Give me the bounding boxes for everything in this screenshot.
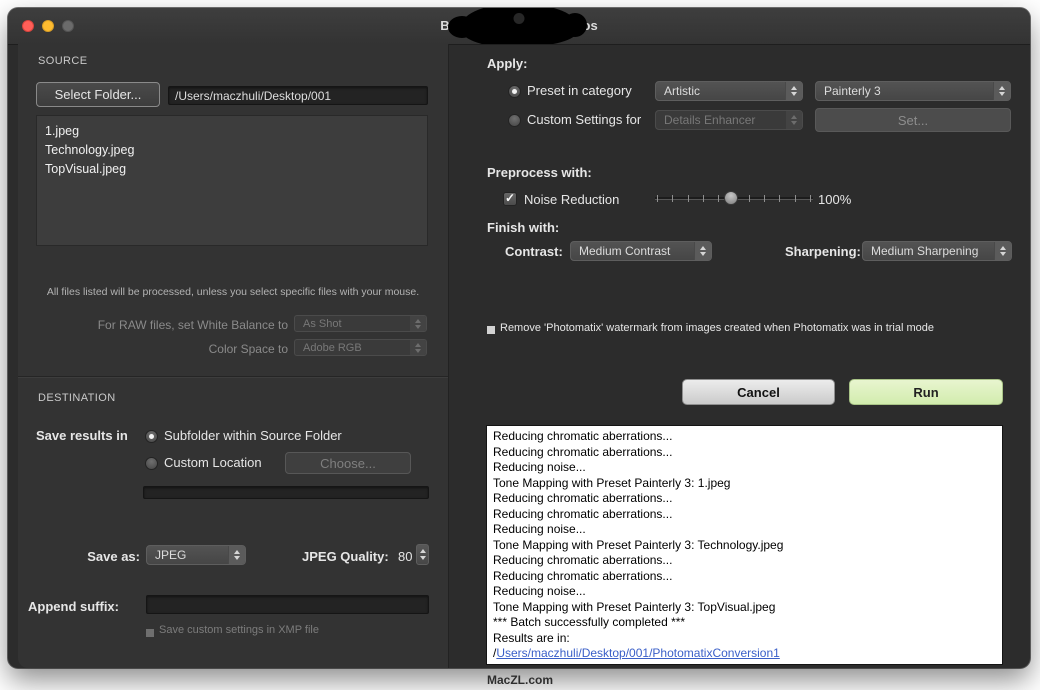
- save-as-select[interactable]: JPEG: [146, 545, 246, 565]
- select-folder-button[interactable]: Select Folder...: [36, 82, 160, 107]
- chevron-updown-icon: [785, 111, 802, 129]
- file-list-item[interactable]: 1.jpeg: [45, 122, 419, 141]
- log-line: Tone Mapping with Preset Painterly 3: To…: [493, 600, 996, 616]
- custom-settings-radio[interactable]: [508, 114, 521, 127]
- log-line: Reducing noise...: [493, 522, 996, 538]
- noise-reduction-label: Noise Reduction: [524, 192, 619, 207]
- batch-processing-window: Batch Processing Photos SOURCE Select Fo…: [8, 8, 1030, 668]
- white-balance-select: As Shot: [294, 315, 427, 332]
- cancel-button[interactable]: Cancel: [682, 379, 835, 405]
- footer-watermark: MacZL.com: [0, 673, 1040, 687]
- log-line: Reducing noise...: [493, 584, 996, 600]
- preset-in-category-label: Preset in category: [527, 83, 632, 98]
- camera-dot: [514, 13, 525, 24]
- log-line: Reducing chromatic aberrations...: [493, 553, 996, 569]
- chevron-updown-icon: [228, 546, 245, 564]
- custom-method-select: Details Enhancer: [655, 110, 803, 130]
- file-list-item[interactable]: TopVisual.jpeg: [45, 160, 419, 179]
- source-folder-path-field[interactable]: /Users/maczhuli/Desktop/001: [168, 86, 428, 105]
- append-suffix-label: Append suffix:: [28, 599, 119, 614]
- chevron-updown-icon: [409, 316, 426, 331]
- custom-method-value: Details Enhancer: [656, 113, 785, 127]
- choose-location-button: Choose...: [285, 452, 411, 474]
- chevron-updown-icon: [694, 242, 711, 260]
- save-as-value: JPEG: [147, 548, 228, 562]
- white-balance-value: As Shot: [295, 318, 409, 330]
- log-lines: Reducing chromatic aberrations...Reducin…: [493, 429, 996, 646]
- log-line: Reducing chromatic aberrations...: [493, 569, 996, 585]
- xmp-checkbox: [146, 629, 154, 637]
- color-space-select: Adobe RGB: [294, 339, 427, 356]
- remove-watermark-checkbox[interactable]: [487, 326, 495, 334]
- preset-category-select[interactable]: Artistic: [655, 81, 803, 101]
- chevron-updown-icon: [785, 82, 802, 100]
- white-balance-label: For RAW files, set White Balance to: [28, 318, 288, 332]
- jpeg-quality-value: 80: [398, 549, 412, 564]
- apply-section-label: Apply:: [487, 56, 527, 71]
- file-list-item[interactable]: Technology.jpeg: [45, 141, 419, 160]
- file-selection-note: All files listed will be processed, unle…: [22, 286, 444, 298]
- chevron-updown-icon: [994, 242, 1011, 260]
- chevron-updown-icon: [993, 82, 1010, 100]
- log-line: Reducing chromatic aberrations...: [493, 429, 996, 445]
- contrast-value: Medium Contrast: [571, 244, 694, 258]
- noise-reduction-percent: 100%: [818, 192, 851, 207]
- preset-value: Painterly 3: [816, 84, 993, 98]
- log-line: Reducing chromatic aberrations...: [493, 445, 996, 461]
- preprocess-section-label: Preprocess with:: [487, 165, 592, 180]
- remove-watermark-label: Remove 'Photomatix' watermark from image…: [500, 322, 934, 334]
- save-results-label: Save results in: [36, 428, 128, 443]
- ink-blot-overlay: [460, 8, 578, 45]
- log-line: Reducing chromatic aberrations...: [493, 507, 996, 523]
- contrast-label: Contrast:: [505, 244, 563, 259]
- sharpening-select[interactable]: Medium Sharpening: [862, 241, 1012, 261]
- color-space-value: Adobe RGB: [295, 342, 409, 354]
- noise-reduction-slider[interactable]: [655, 190, 813, 206]
- section-divider: [18, 376, 448, 377]
- log-line: Tone Mapping with Preset Painterly 3: 1.…: [493, 476, 996, 492]
- sharpening-value: Medium Sharpening: [863, 244, 994, 258]
- results-path-link[interactable]: Users/maczhuli/Desktop/001/PhotomatixCon…: [496, 646, 779, 660]
- subfolder-radio-label: Subfolder within Source Folder: [164, 428, 342, 443]
- set-custom-settings-button: Set...: [815, 108, 1011, 132]
- stepper-down-icon[interactable]: [420, 556, 426, 560]
- custom-location-path-field: [143, 486, 429, 499]
- preset-select[interactable]: Painterly 3: [815, 81, 1011, 101]
- noise-reduction-checkbox[interactable]: [503, 192, 517, 206]
- log-line: Results are in:: [493, 631, 996, 647]
- contrast-select[interactable]: Medium Contrast: [570, 241, 712, 261]
- log-results-path: /Users/maczhuli/Desktop/001/PhotomatixCo…: [493, 646, 996, 662]
- source-section-label: SOURCE: [38, 55, 87, 67]
- preset-category-value: Artistic: [656, 84, 785, 98]
- jpeg-quality-label: JPEG Quality:: [302, 549, 389, 564]
- source-file-list[interactable]: 1.jpegTechnology.jpegTopVisual.jpeg: [36, 115, 428, 246]
- run-button[interactable]: Run: [849, 379, 1003, 405]
- custom-location-radio-label: Custom Location: [164, 455, 262, 470]
- subfolder-radio[interactable]: [145, 430, 158, 443]
- sharpening-label: Sharpening:: [785, 244, 861, 259]
- finish-section-label: Finish with:: [487, 220, 559, 235]
- jpeg-quality-stepper[interactable]: [416, 544, 429, 565]
- log-line: Tone Mapping with Preset Painterly 3: Te…: [493, 538, 996, 554]
- log-line: Reducing chromatic aberrations...: [493, 491, 996, 507]
- destination-section-label: DESTINATION: [38, 392, 116, 404]
- chevron-updown-icon: [409, 340, 426, 355]
- save-as-label: Save as:: [28, 549, 140, 564]
- log-line: Reducing noise...: [493, 460, 996, 476]
- log-output[interactable]: Reducing chromatic aberrations...Reducin…: [486, 425, 1003, 665]
- stepper-up-icon[interactable]: [420, 549, 426, 553]
- preset-in-category-radio[interactable]: [508, 85, 521, 98]
- append-suffix-field[interactable]: [146, 595, 429, 614]
- custom-settings-label: Custom Settings for: [527, 112, 641, 127]
- slider-thumb[interactable]: [724, 191, 738, 205]
- color-space-label: Color Space to: [28, 342, 288, 356]
- title-bar[interactable]: Batch Processing Photos: [8, 8, 1030, 45]
- xmp-checkbox-label: Save custom settings in XMP file: [159, 624, 319, 636]
- custom-location-radio[interactable]: [145, 457, 158, 470]
- log-line: *** Batch successfully completed ***: [493, 615, 996, 631]
